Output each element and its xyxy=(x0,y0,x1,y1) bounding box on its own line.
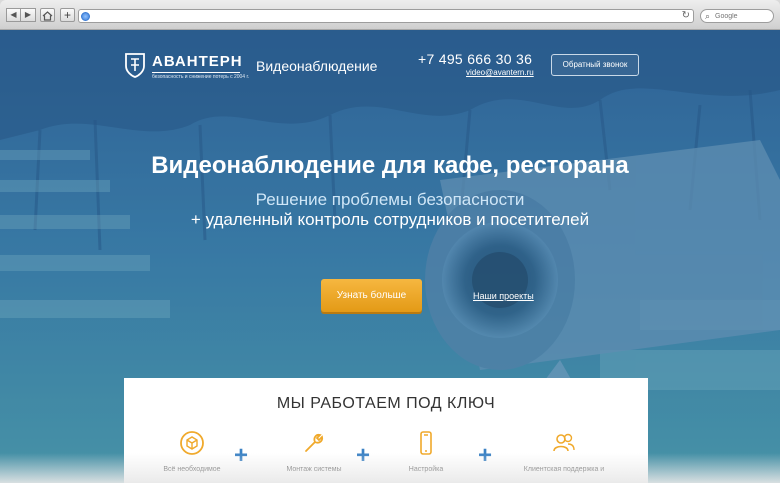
our-projects-link[interactable]: Наши проекты xyxy=(473,291,534,301)
landing-page: АВАНТЕРН безопасность и снижение потерь … xyxy=(0,30,780,483)
logo-name: АВАНТЕРН xyxy=(152,53,243,70)
users-icon xyxy=(553,433,575,452)
back-icon[interactable]: ◀ xyxy=(6,8,21,22)
features-panel: МЫ РАБОТАЕМ ПОД КЛЮЧ Всё необходимое + М… xyxy=(124,378,648,483)
search-input[interactable] xyxy=(715,11,771,21)
search-field[interactable]: ⌕ xyxy=(700,9,774,23)
hero-title: Видеонаблюдение для кафе, ресторана xyxy=(151,152,629,179)
feature-label: Всё необходимое xyxy=(163,466,221,473)
hero-subtitle-1: Решение проблемы безопасности xyxy=(255,190,525,209)
logo[interactable]: АВАНТЕРН безопасность и снижение потерь … xyxy=(124,52,249,86)
add-bookmark-icon[interactable]: + xyxy=(60,8,75,22)
wrench-icon xyxy=(305,433,324,452)
feature-label: Клиентская поддержка и xyxy=(523,466,605,473)
nav-buttons: ◀ ▶ xyxy=(6,8,36,22)
feature-item: Настройка xyxy=(376,430,476,473)
feature-item: Клиентская поддержка и xyxy=(514,430,614,473)
features-title: МЫ РАБОТАЕМ ПОД КЛЮЧ xyxy=(276,395,496,412)
browser-toolbar: ◀ ▶ + ↻ ⌕ xyxy=(0,0,780,30)
plus-separator: + xyxy=(478,442,493,469)
feature-item: Всё необходимое xyxy=(142,430,242,473)
globe-icon xyxy=(81,12,90,21)
logo-divider xyxy=(152,72,240,73)
smartphone-icon xyxy=(420,431,432,455)
service-title: Видеонаблюдение xyxy=(256,58,378,74)
logo-mark-icon xyxy=(125,53,145,78)
home-icon[interactable] xyxy=(40,8,55,22)
phone-number[interactable]: +7 495 666 30 36 xyxy=(418,51,532,67)
learn-more-button[interactable]: Узнать больше xyxy=(321,279,422,312)
plus-separator: + xyxy=(234,442,249,469)
address-bar[interactable]: ↻ xyxy=(78,9,694,23)
forward-icon[interactable]: ▶ xyxy=(21,8,36,22)
callback-button[interactable]: Обратный звонок xyxy=(551,54,639,76)
reload-icon[interactable]: ↻ xyxy=(682,10,690,22)
feature-label: Монтаж системы xyxy=(286,466,342,473)
search-icon: ⌕ xyxy=(705,11,711,21)
logo-tagline: безопасность и снижение потерь с 2004 г. xyxy=(152,74,250,80)
plus-separator: + xyxy=(356,442,371,469)
feature-item: Монтаж системы xyxy=(264,430,364,473)
hero-subtitle-2: + удаленный контроль сотрудников и посет… xyxy=(190,210,590,229)
email-link[interactable]: video@avantern.ru xyxy=(466,68,534,77)
feature-label: Настройка xyxy=(408,466,444,473)
package-icon xyxy=(180,431,204,455)
